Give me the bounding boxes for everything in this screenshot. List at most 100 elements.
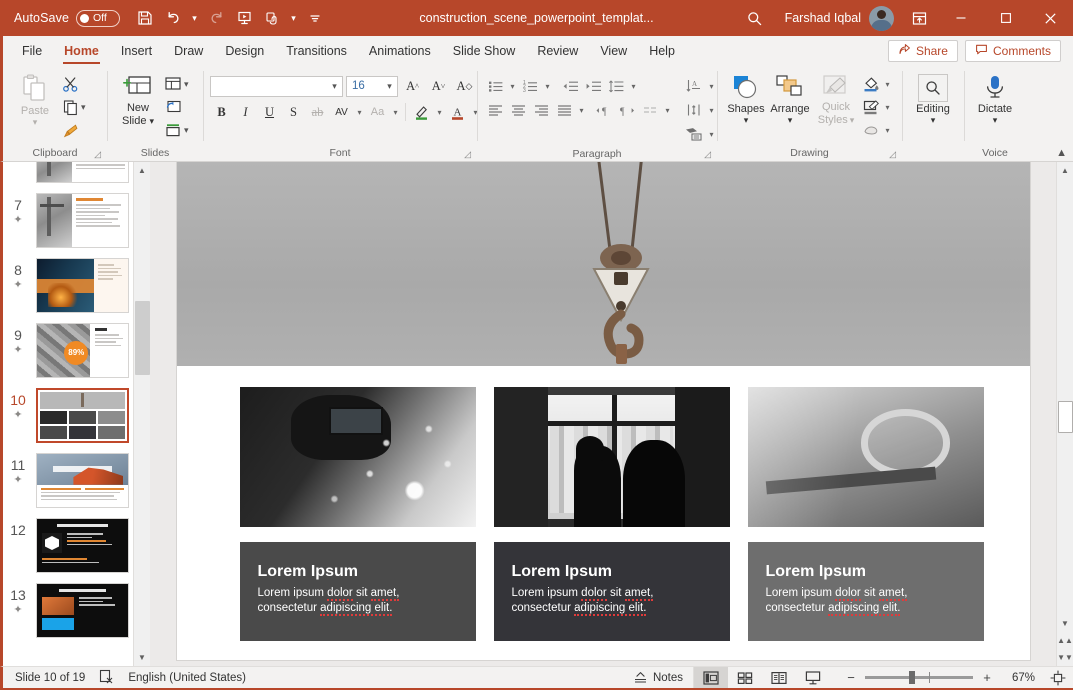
tab-file[interactable]: File bbox=[11, 36, 53, 66]
line-spacing-button[interactable] bbox=[605, 75, 627, 97]
scroll-up-icon[interactable]: ▲ bbox=[133, 162, 150, 179]
shapes-button[interactable]: Shapes ▾ bbox=[724, 71, 768, 125]
increase-font-size-button[interactable]: A ^ bbox=[401, 75, 424, 97]
format-painter-button[interactable] bbox=[60, 119, 88, 141]
fit-slide-to-window-icon[interactable] bbox=[1043, 669, 1073, 686]
quick-styles-dropdown-icon[interactable]: ▾ bbox=[850, 115, 855, 125]
bullets-dropdown-icon[interactable]: ▾ bbox=[507, 75, 518, 97]
italic-button[interactable]: I bbox=[234, 101, 257, 123]
slide-thumbnail-13[interactable]: 13 ✦ bbox=[3, 578, 133, 643]
quick-styles-button[interactable]: Quick Styles ▾ bbox=[812, 71, 860, 126]
cut-button[interactable] bbox=[60, 73, 88, 95]
slide-thumbnail-10[interactable]: 10 ✦ bbox=[3, 383, 133, 448]
convert-to-smartart-button[interactable] bbox=[683, 123, 705, 145]
copy-dropdown-icon[interactable]: ▾ bbox=[81, 102, 86, 112]
thumbnails-scrollbar[interactable]: ▲ ▼ bbox=[133, 162, 150, 666]
shape-fill-dropdown-icon[interactable]: ▾ bbox=[882, 73, 893, 95]
character-spacing-button[interactable]: AV bbox=[330, 101, 353, 123]
slide-thumbnail-preview[interactable] bbox=[36, 453, 129, 508]
undo-icon[interactable] bbox=[160, 5, 186, 31]
minimize-icon[interactable] bbox=[938, 0, 983, 36]
slide-thumbnail-12[interactable]: 12 bbox=[3, 513, 133, 578]
tab-draw[interactable]: Draw bbox=[163, 36, 214, 66]
slide-scroll-down-icon[interactable]: ▼ bbox=[1056, 615, 1073, 632]
section-dropdown-icon[interactable]: ▾ bbox=[184, 125, 189, 135]
slide-thumbnail-preview[interactable] bbox=[36, 162, 129, 183]
slide-thumbnail-11[interactable]: 11 ✦ bbox=[3, 448, 133, 513]
slide-scroll-track[interactable] bbox=[1056, 179, 1073, 615]
arrange-dropdown-icon[interactable]: ▾ bbox=[788, 116, 793, 125]
text-card-2[interactable]: Lorem Ipsum Lorem ipsum dolor sit amet, … bbox=[493, 542, 730, 641]
thumbnails-scroll-thumb[interactable] bbox=[134, 301, 150, 375]
align-text-dropdown-icon[interactable]: ▾ bbox=[706, 99, 717, 121]
arrange-button[interactable]: Arrange ▾ bbox=[768, 71, 812, 125]
convert-to-smartart-dropdown-icon[interactable]: ▾ bbox=[706, 123, 717, 145]
shape-effects-dropdown-icon[interactable]: ▾ bbox=[882, 119, 893, 141]
reading-view-button[interactable] bbox=[762, 667, 796, 688]
line-spacing-dropdown-icon[interactable]: ▾ bbox=[628, 75, 639, 97]
text-highlight-color-button[interactable] bbox=[410, 101, 433, 123]
ribbon-display-options-icon[interactable] bbox=[900, 0, 938, 36]
save-icon[interactable] bbox=[132, 5, 158, 31]
slide-thumbnail-preview[interactable] bbox=[36, 193, 129, 248]
notes-button[interactable]: Notes bbox=[623, 667, 693, 688]
font-color-button[interactable]: A bbox=[446, 101, 469, 123]
text-card-1[interactable]: Lorem Ipsum Lorem ipsum dolor sit amet, … bbox=[239, 542, 476, 641]
decrease-indent-button[interactable] bbox=[559, 75, 581, 97]
smartart-dropdown-icon[interactable]: ▾ bbox=[662, 99, 673, 121]
current-slide[interactable]: Lorem Ipsum Lorem ipsum dolor sit amet, … bbox=[176, 162, 1030, 660]
tab-help[interactable]: Help bbox=[638, 36, 686, 66]
slide-show-view-button[interactable] bbox=[796, 667, 830, 688]
photo-workers-silhouette[interactable] bbox=[493, 387, 730, 527]
drawing-dialog-launcher-icon[interactable]: ◿ bbox=[889, 149, 896, 160]
tab-transitions[interactable]: Transitions bbox=[275, 36, 358, 66]
normal-view-button[interactable] bbox=[694, 667, 728, 688]
slide-scroll-thumb[interactable] bbox=[1057, 401, 1073, 433]
search-icon[interactable] bbox=[735, 0, 775, 36]
text-direction-dropdown-icon[interactable]: ▾ bbox=[706, 75, 717, 97]
slide-thumbnail-8[interactable]: 8 ✦ bbox=[3, 253, 133, 318]
ltr-text-direction-button[interactable]: ¶ bbox=[593, 99, 615, 121]
previous-slide-icon[interactable]: ▲▲ bbox=[1056, 632, 1073, 649]
font-name-dropdown-icon[interactable]: ▾ bbox=[327, 81, 342, 92]
layout-dropdown-icon[interactable]: ▾ bbox=[184, 79, 189, 89]
share-button[interactable]: Share bbox=[887, 40, 958, 62]
slide-thumbnail-preview[interactable]: 89% bbox=[36, 323, 129, 378]
shape-outline-button[interactable]: ▾ bbox=[860, 96, 895, 118]
slide-thumbnail-preview[interactable] bbox=[36, 518, 129, 573]
slide-thumbnail-7[interactable]: 7 ✦ bbox=[3, 188, 133, 253]
bullets-button[interactable] bbox=[484, 75, 506, 97]
close-icon[interactable] bbox=[1028, 0, 1073, 36]
font-name-combo[interactable]: ▾ bbox=[210, 75, 343, 97]
slide-thumbnail-preview[interactable] bbox=[36, 258, 129, 313]
align-text-button[interactable] bbox=[683, 99, 705, 121]
slide-thumbnail-preview[interactable] bbox=[36, 583, 129, 638]
zoom-in-button[interactable]: + bbox=[980, 670, 994, 685]
align-left-button[interactable] bbox=[484, 99, 506, 121]
language-indicator[interactable]: English (United States) bbox=[128, 672, 246, 684]
character-spacing-dropdown-icon[interactable]: ▾ bbox=[354, 101, 365, 123]
text-highlight-dropdown-icon[interactable]: ▾ bbox=[434, 101, 445, 123]
dictate-dropdown-icon[interactable]: ▾ bbox=[993, 116, 998, 125]
zoom-slider-handle[interactable] bbox=[909, 671, 915, 684]
paste-dropdown-icon[interactable]: ▾ bbox=[33, 118, 38, 127]
decrease-font-size-button[interactable]: A ˅ bbox=[427, 75, 450, 97]
underline-button[interactable]: U bbox=[258, 101, 281, 123]
increase-indent-button[interactable] bbox=[582, 75, 604, 97]
strikethrough-button[interactable]: ab bbox=[306, 101, 329, 123]
comments-button[interactable]: Comments bbox=[964, 40, 1061, 62]
shape-outline-dropdown-icon[interactable]: ▾ bbox=[882, 96, 893, 118]
slide-indicator[interactable]: Slide 10 of 19 bbox=[15, 672, 85, 684]
text-shadow-button[interactable]: S bbox=[282, 101, 305, 123]
paste-button[interactable]: Paste ▾ bbox=[10, 71, 60, 127]
autosave-toggle[interactable]: AutoSave Off bbox=[14, 9, 121, 27]
collapse-ribbon-icon[interactable]: ▲ bbox=[1056, 147, 1067, 159]
slide-thumbnail-preview[interactable] bbox=[36, 388, 129, 443]
tab-design[interactable]: Design bbox=[214, 36, 275, 66]
editing-button[interactable]: Editing ▾ bbox=[909, 71, 957, 125]
tab-insert[interactable]: Insert bbox=[110, 36, 163, 66]
justify-button[interactable] bbox=[553, 99, 575, 121]
customize-quick-access-icon[interactable] bbox=[302, 5, 328, 31]
slide-thumbnail-9[interactable]: 9 ✦ 89% bbox=[3, 318, 133, 383]
start-presentation-icon[interactable] bbox=[231, 5, 257, 31]
